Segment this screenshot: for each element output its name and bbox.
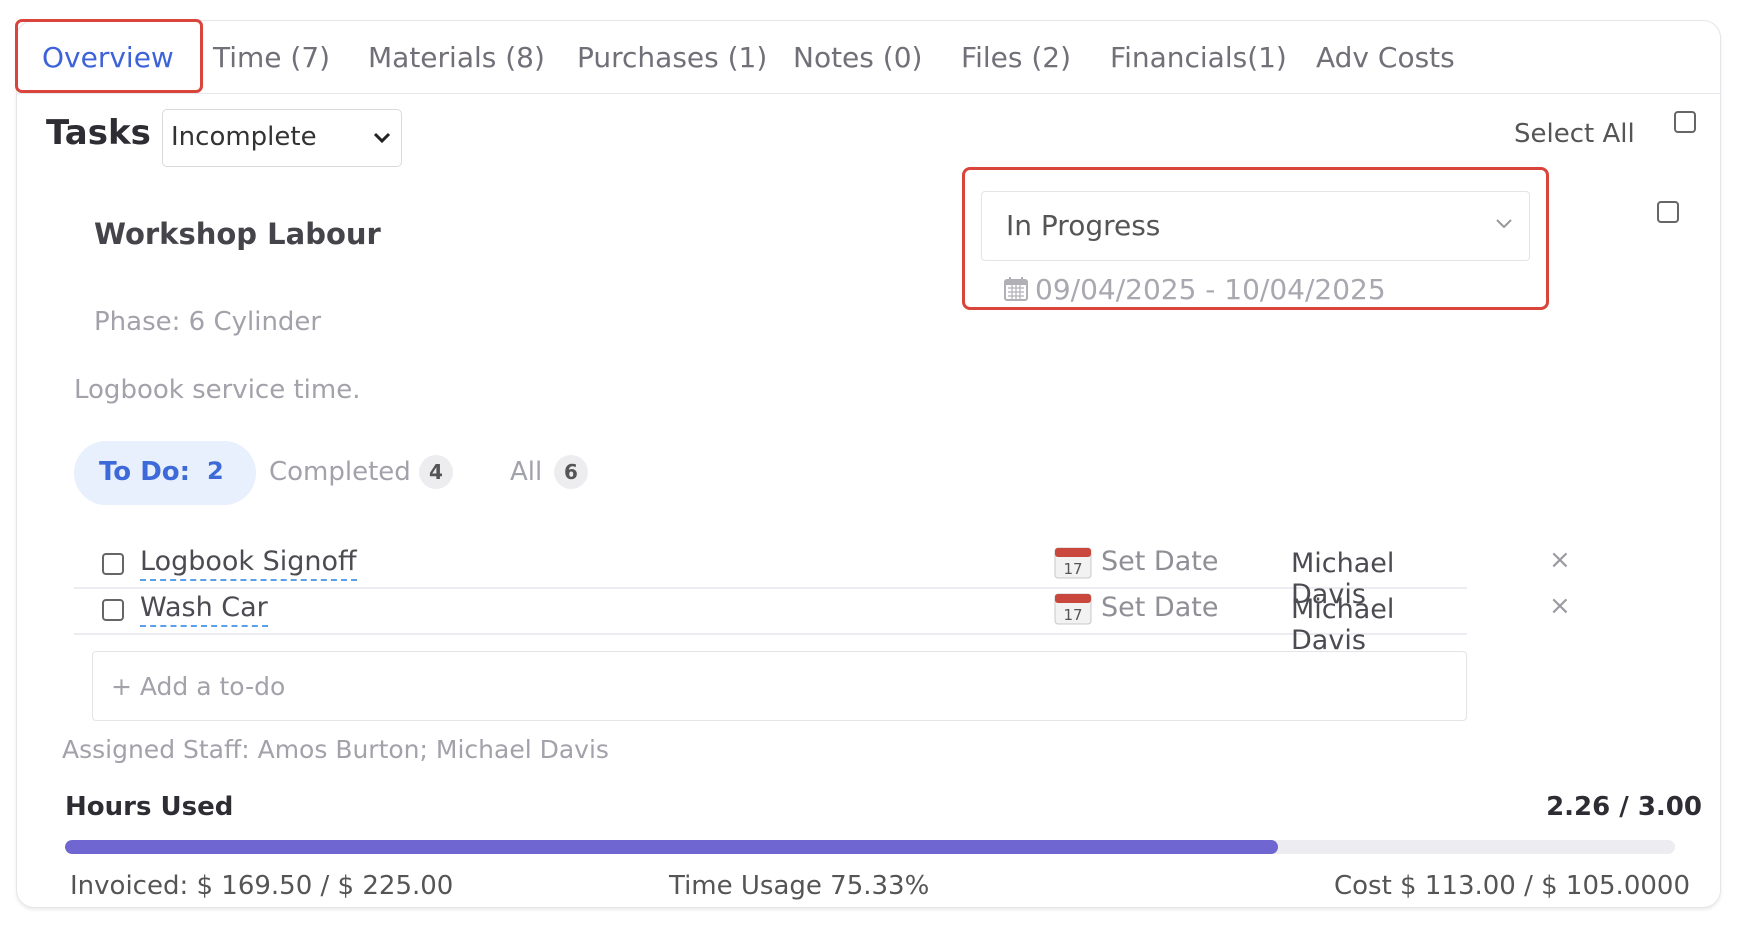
hours-progress-bar <box>65 840 1675 854</box>
chevron-down-icon <box>1495 214 1513 232</box>
todo-name[interactable]: Wash Car <box>140 592 268 627</box>
task-status-value: In Progress <box>1006 209 1161 242</box>
assigned-staff: Assigned Staff: Amos Burton; Michael Dav… <box>62 735 609 764</box>
tab-adv-costs[interactable]: Adv Costs <box>1316 21 1455 94</box>
tab-notes[interactable]: Notes (0) <box>793 21 922 94</box>
todo-row: Logbook Signoff 17 Set Date Michael Davi… <box>74 541 1571 610</box>
task-description: Logbook service time. <box>74 375 361 405</box>
task-select-checkbox[interactable] <box>1657 201 1679 223</box>
close-icon[interactable]: × <box>1549 545 1571 575</box>
task-date-range[interactable]: 09/04/2025 - 10/04/2025 <box>1003 273 1386 309</box>
todo-row: Wash Car 17 Set Date Michael Davis × <box>74 587 1571 656</box>
calendar-icon <box>1003 276 1029 309</box>
time-usage-summary: Time Usage 75.33% <box>669 871 930 901</box>
filter-all[interactable]: All 6 <box>510 441 600 505</box>
todo-assignee[interactable]: Michael Davis <box>1291 594 1467 656</box>
filter-all-label: All <box>510 457 543 487</box>
tab-financials[interactable]: Financials(1) <box>1110 21 1287 94</box>
tab-purchases[interactable]: Purchases (1) <box>577 21 767 94</box>
hours-used-value: 2.26 / 3.00 <box>1546 792 1702 822</box>
invoiced-summary: Invoiced: $ 169.50 / $ 225.00 <box>70 871 454 901</box>
filter-todo[interactable]: To Do: 2 <box>74 441 256 505</box>
todo-name[interactable]: Logbook Signoff <box>140 546 357 581</box>
select-all-label: Select All <box>1514 119 1635 149</box>
tab-time[interactable]: Time (7) <box>213 21 330 94</box>
todo-checkbox[interactable] <box>102 553 124 575</box>
select-all-checkbox[interactable] <box>1674 111 1696 133</box>
filter-completed[interactable]: Completed 4 <box>269 441 459 505</box>
cost-summary: Cost $ 113.00 / $ 105.0000 <box>1333 871 1690 901</box>
add-todo-input[interactable] <box>92 651 1467 721</box>
hours-progress-fill <box>65 840 1278 854</box>
calendar-day: 17 <box>1063 560 1082 578</box>
chevron-down-icon <box>371 120 393 163</box>
task-phase: Phase: 6 Cylinder <box>94 307 322 337</box>
tab-overview-highlight <box>15 19 203 93</box>
calendar-17-icon[interactable]: 17 <box>1054 545 1092 583</box>
filter-todo-count: 2 <box>207 457 224 485</box>
task-filter-select[interactable]: Incomplete <box>162 109 402 167</box>
task-filter-value: Incomplete <box>171 122 317 152</box>
filter-all-count: 6 <box>554 455 588 489</box>
tasks-title: Tasks <box>46 113 151 153</box>
todo-set-date[interactable]: Set Date <box>1101 546 1218 577</box>
filter-todo-label: To Do: <box>99 457 191 487</box>
task-status-select[interactable]: In Progress <box>981 191 1530 261</box>
calendar-day: 17 <box>1063 606 1082 624</box>
tab-bar: Overview Time (7) Materials (8) Purchase… <box>15 19 1720 94</box>
hours-used-label: Hours Used <box>65 792 234 822</box>
calendar-17-icon[interactable]: 17 <box>1054 591 1092 629</box>
todo-checkbox[interactable] <box>102 599 124 621</box>
todo-set-date[interactable]: Set Date <box>1101 592 1218 623</box>
task-card: Overview Time (7) Materials (8) Purchase… <box>15 19 1721 908</box>
filter-completed-label: Completed <box>269 457 411 487</box>
date-range-text: 09/04/2025 - 10/04/2025 <box>1035 273 1386 306</box>
close-icon[interactable]: × <box>1549 591 1571 621</box>
filter-completed-count: 4 <box>419 455 453 489</box>
tab-files[interactable]: Files (2) <box>961 21 1071 94</box>
task-name: Workshop Labour <box>94 217 381 251</box>
tab-materials[interactable]: Materials (8) <box>368 21 545 94</box>
